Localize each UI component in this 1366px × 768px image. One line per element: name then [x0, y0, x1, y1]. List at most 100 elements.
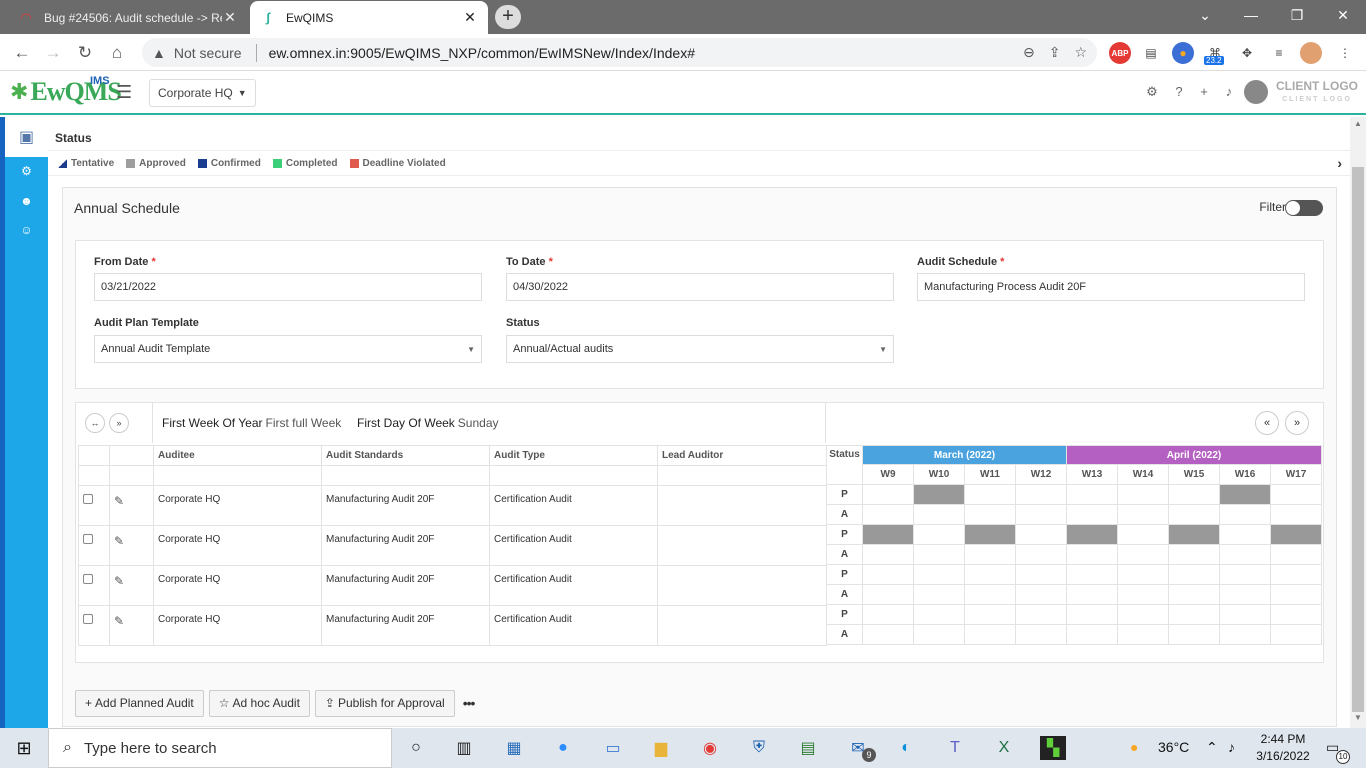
ad-hoc-audit-button[interactable]: ☆ Ad hoc Audit [208, 689, 310, 717]
restore-button[interactable]: ❐ [1274, 0, 1320, 30]
row-checkbox[interactable] [83, 534, 93, 544]
calendar-cell[interactable] [1168, 504, 1220, 525]
row-checkbox[interactable] [83, 574, 93, 584]
speaker-muted-icon[interactable]: ♪ [1228, 739, 1235, 755]
calendar-cell[interactable] [964, 544, 1016, 565]
system-clock[interactable]: 2:44 PM 3/16/2022 [1252, 731, 1314, 765]
scheduled-cell[interactable] [1270, 524, 1322, 545]
calendar-cell[interactable] [862, 584, 914, 605]
edge-icon[interactable]: ◐ [893, 736, 919, 760]
back-button[interactable]: ← [9, 40, 35, 66]
calendar-cell[interactable] [1270, 484, 1322, 505]
menu-dots-icon[interactable]: ⋮ [1334, 42, 1356, 64]
computer-icon[interactable]: ▭ [600, 736, 626, 760]
sidebar-item-user-settings[interactable]: ☺ [5, 216, 48, 244]
excel-icon[interactable]: X [991, 736, 1017, 760]
user-avatar[interactable] [1244, 80, 1268, 104]
calendar-cell[interactable] [913, 504, 965, 525]
calendar-cell[interactable] [862, 604, 914, 625]
calendar-cell[interactable] [1117, 524, 1169, 545]
calendar-cell[interactable] [862, 544, 914, 565]
bookmark-star-icon[interactable]: ☆ [1074, 44, 1087, 61]
tab-bug-report[interactable]: ◠ Bug #24506: Audit schedule -> Re ✕ [8, 1, 248, 34]
minimize-button[interactable]: — [1228, 0, 1274, 30]
calendar-cell[interactable] [1168, 584, 1220, 605]
gear-icon[interactable]: ⚙ [1144, 84, 1160, 100]
sidebar-item-settings[interactable]: ⚙ [5, 157, 48, 185]
calendar-cell[interactable] [1066, 484, 1118, 505]
calendar-cell[interactable] [1270, 504, 1322, 525]
calendar-cell[interactable] [1015, 584, 1067, 605]
terminal-icon[interactable]: ▚ [1040, 736, 1066, 760]
document-ext-icon[interactable]: ▤ [1140, 42, 1162, 64]
temperature-label[interactable]: 36°C [1158, 739, 1189, 755]
calendar-cell[interactable] [1219, 544, 1271, 565]
control-panel-icon[interactable]: ▦ [501, 736, 527, 760]
page-scrollbar[interactable]: ▲ ▼ [1350, 117, 1366, 728]
calendar-cell[interactable] [1219, 524, 1271, 545]
puzzle-icon[interactable]: ✥ [1236, 42, 1258, 64]
from-date-input[interactable]: 03/21/2022 [94, 273, 482, 301]
scheduled-cell[interactable] [1066, 524, 1118, 545]
calendar-cell[interactable] [1270, 564, 1322, 585]
calendar-cell[interactable] [1168, 544, 1220, 565]
scheduled-cell[interactable] [964, 524, 1016, 545]
calendar-cell[interactable] [862, 564, 914, 585]
help-icon[interactable]: ? [1171, 84, 1187, 100]
calendar-cell[interactable] [913, 524, 965, 545]
chrome-icon[interactable]: ◉ [697, 736, 723, 760]
profile-avatar[interactable] [1300, 42, 1322, 64]
calendar-cell[interactable] [964, 484, 1016, 505]
calendar-cell[interactable] [1015, 484, 1067, 505]
new-tab-button[interactable]: + [495, 5, 521, 29]
calendar-cell[interactable] [913, 564, 965, 585]
security-shield-icon[interactable]: ⛨ [746, 736, 772, 760]
site-selector[interactable]: Corporate HQ ▼ [149, 79, 256, 107]
more-options-icon[interactable]: ••• [463, 695, 476, 711]
weather-icon[interactable]: ● [1130, 739, 1138, 755]
calendar-cell[interactable] [964, 624, 1016, 645]
bell-icon[interactable]: ♪ [1221, 84, 1237, 100]
calendar-cell[interactable] [913, 604, 965, 625]
calendar-cell[interactable] [862, 484, 914, 505]
calendar-cell[interactable] [1117, 544, 1169, 565]
zoom-app-icon[interactable]: ● [550, 736, 576, 760]
row-checkbox[interactable] [83, 494, 93, 504]
scheduled-cell[interactable] [862, 524, 914, 545]
add-planned-audit-button[interactable]: + Add Planned Audit [75, 689, 204, 717]
edit-icon[interactable]: ✎ [114, 534, 124, 548]
audit-schedule-input[interactable]: Manufacturing Process Audit 20F [917, 273, 1305, 301]
cortana-icon[interactable]: ○ [403, 736, 429, 760]
calendar-cell[interactable] [1270, 624, 1322, 645]
to-date-input[interactable]: 04/30/2022 [506, 273, 894, 301]
row-checkbox[interactable] [83, 614, 93, 624]
close-window-button[interactable]: ✕ [1320, 0, 1366, 30]
plus-icon[interactable]: + [1196, 84, 1212, 100]
calendar-cell[interactable] [1117, 604, 1169, 625]
calendar-cell[interactable] [1066, 604, 1118, 625]
scroll-up-icon[interactable]: ▲ [1350, 119, 1366, 133]
calendar-cell[interactable] [1219, 604, 1271, 625]
calendar-cell[interactable] [1117, 504, 1169, 525]
calendar-cell[interactable] [1219, 504, 1271, 525]
calendar-cell[interactable] [1117, 484, 1169, 505]
plan-template-select[interactable]: Annual Audit Template ▼ [94, 335, 482, 363]
calendar-cell[interactable] [964, 584, 1016, 605]
calendar-cell[interactable] [1066, 564, 1118, 585]
calendar-cell[interactable] [1066, 544, 1118, 565]
calendar-cell[interactable] [1270, 604, 1322, 625]
calendar-cell[interactable] [1219, 584, 1271, 605]
calendar-cell[interactable] [1066, 504, 1118, 525]
close-icon[interactable]: ✕ [462, 9, 478, 26]
project-app-icon[interactable]: ▤ [795, 736, 821, 760]
calendar-cell[interactable] [1270, 584, 1322, 605]
scheduled-cell[interactable] [913, 484, 965, 505]
edit-icon[interactable]: ✎ [114, 494, 124, 508]
calendar-cell[interactable] [1066, 624, 1118, 645]
task-view-icon[interactable]: ▥ [451, 736, 477, 760]
url-text[interactable]: ew.omnex.in:9005/EwQIMS_NXP/common/EwIMS… [269, 45, 1009, 61]
calendar-cell[interactable] [1015, 624, 1067, 645]
scroll-thumb[interactable] [1352, 167, 1364, 712]
calendar-cell[interactable] [913, 544, 965, 565]
next-period-button[interactable]: » [1285, 411, 1309, 435]
